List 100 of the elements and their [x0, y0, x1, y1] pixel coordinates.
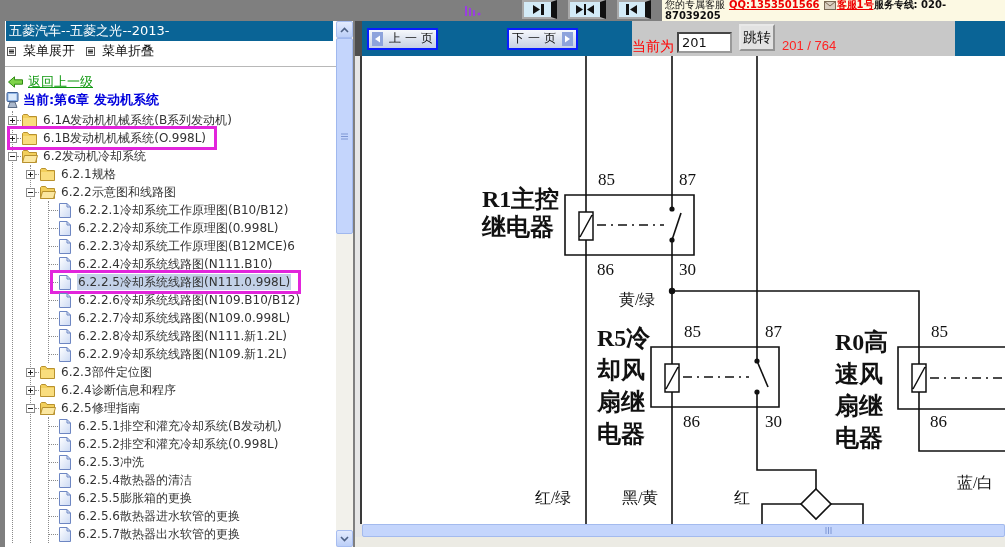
page-icon	[59, 328, 71, 344]
menu-link[interactable]: 菜单展开	[7, 42, 75, 60]
next-page-button[interactable]: 下 一 页	[507, 27, 578, 50]
envelope-icon	[823, 0, 836, 10]
wire-line	[761, 503, 802, 524]
folder-icon	[22, 113, 38, 127]
folder-icon	[40, 365, 56, 379]
tree-item[interactable]: 6.2发动机冷却系统	[42, 148, 148, 164]
computer-icon	[6, 92, 19, 108]
tree-item[interactable]: 6.2.5.5膨胀箱的更换	[77, 490, 193, 506]
tree-item[interactable]: 6.2.2.3冷却系统工作原理图(B12MCE)6	[77, 238, 296, 254]
page-icon	[59, 508, 71, 524]
folder-icon	[40, 167, 56, 181]
page-icon	[59, 202, 71, 218]
tree-item[interactable]: 6.2.4诊断信息和程序	[60, 382, 177, 398]
pin-number: 87	[765, 323, 782, 340]
layout-button[interactable]	[617, 0, 651, 19]
chapter-heading: 当前:第6章 发动机系统	[23, 91, 159, 109]
tree-item[interactable]: 6.2.2.6冷却系统线路图(N109.B10/B12)	[77, 292, 302, 308]
wire-color-label: 黄/绿	[619, 292, 656, 308]
plus-box-icon[interactable]	[8, 115, 17, 125]
wire-color-label: 红/绿	[535, 490, 572, 506]
pin-number: 86	[683, 413, 700, 430]
tree-item[interactable]: 6.1B发动机机械系统(O.998L)	[42, 130, 208, 146]
scrollbar-thumb[interactable]	[362, 524, 1005, 537]
tree-item[interactable]: 6.2.5修理指南	[60, 400, 141, 416]
minus-box-icon[interactable]	[8, 151, 17, 161]
tree-item[interactable]: 6.2.5.4散热器的清洁	[77, 472, 193, 488]
page-input[interactable]: 201	[677, 32, 732, 53]
plus-box-icon[interactable]	[26, 169, 35, 179]
tree-item[interactable]: 6.2.5.6散热器进水软管的更换	[77, 508, 241, 524]
minus-box-icon[interactable]	[26, 187, 35, 197]
go-button[interactable]: 跳转	[739, 24, 775, 51]
pin-number: 30	[679, 261, 696, 278]
chevron-up-icon	[340, 26, 349, 33]
menu-link[interactable]: 菜单折叠	[86, 42, 154, 60]
relay-label: R5冷却风扇继电器	[597, 324, 652, 449]
diamond-connector-icon	[799, 487, 833, 521]
pin-number: 86	[930, 413, 947, 430]
page-icon	[59, 238, 71, 254]
tree-item[interactable]: 6.2.5.3冲洗	[77, 454, 145, 470]
hotline-text: 服务专线: 020-	[873, 0, 947, 11]
agent-link[interactable]: 客服1号	[836, 0, 874, 11]
back-link[interactable]: 返回上一级	[8, 73, 93, 91]
pin-number: 85	[931, 323, 948, 340]
layout-button[interactable]	[522, 0, 557, 19]
service-text: 您的专属客服	[665, 0, 725, 11]
sidebar-title: 五菱汽车--五菱之光--2013-	[6, 21, 333, 41]
arrow-right-icon	[562, 31, 573, 46]
junction-dot-icon	[668, 287, 676, 295]
page-icon	[59, 256, 71, 272]
minus-box-icon[interactable]	[26, 403, 35, 413]
tree-item[interactable]: 6.2.3部件定位图	[60, 364, 153, 380]
tree-item[interactable]: 6.2.2.7冷却系统线路图(N109.0.998L)	[77, 310, 292, 326]
wire-color-label: 黑/黄	[622, 490, 659, 506]
tree-item[interactable]: 6.2.1规格	[60, 166, 117, 182]
current-page-label: 当前为	[632, 37, 674, 55]
page-count: 201 / 764	[782, 38, 837, 53]
page-icon	[59, 418, 71, 434]
relay-label: R0高速风扇继电器	[835, 328, 890, 453]
tree-item[interactable]: 6.1A发动机机械系统(B系列发动机)	[42, 112, 233, 128]
list-icon	[86, 46, 95, 56]
wire-color-label: 蓝/白	[957, 475, 994, 491]
pin-number: 85	[598, 171, 615, 188]
scroll-down-button[interactable]	[336, 530, 353, 547]
open-folder-icon	[40, 401, 56, 415]
page-icon	[59, 292, 71, 308]
tree-item[interactable]: 6.2.2.4冷却系统线路图(N111.B10)	[77, 256, 274, 272]
bar-arrow-left-icon	[625, 4, 639, 15]
page-icon	[59, 346, 71, 362]
page-icon	[59, 454, 71, 470]
plus-box-icon[interactable]	[8, 133, 17, 143]
arrows-inward-icon	[575, 4, 595, 15]
scroll-up-button[interactable]	[336, 21, 353, 38]
tree-item[interactable]: 6.2.2.9冷却系统线路图(N109.新1.2L)	[77, 346, 288, 362]
plus-box-icon[interactable]	[26, 385, 35, 395]
plus-box-icon[interactable]	[26, 367, 35, 377]
tree-item[interactable]: 6.2.5.1排空和灌充冷却系统(B发动机)	[77, 418, 283, 434]
tree-item[interactable]: 6.2.2示意图和线路图	[60, 184, 177, 200]
pin-number: 85	[684, 323, 701, 340]
relay-label: R1主控继电器	[482, 185, 561, 241]
scrollbar-thumb[interactable]	[336, 38, 353, 234]
tree-item[interactable]: 6.2.2.5冷却系统线路图(N111.0.998L)	[77, 274, 292, 290]
tree-item[interactable]: 6.2.5.2排空和灌充冷却系统(0.998L)	[77, 436, 280, 452]
tree-item[interactable]: 6.2.2.8冷却系统线路图(N111.新1.2L)	[77, 328, 288, 344]
page-icon	[59, 310, 71, 326]
pin-number: 87	[679, 171, 696, 188]
tree-item[interactable]: 6.2.2.1冷却系统工作原理图(B10/B12)	[77, 202, 290, 218]
tree-item[interactable]: 6.2.2.2冷却系统工作原理图(0.998L)	[77, 220, 280, 236]
arrow-left-icon	[8, 76, 23, 88]
tree-item[interactable]: 6.2.5.7散热器出水软管的更换	[77, 526, 241, 542]
page-icon	[59, 472, 71, 488]
open-folder-icon	[22, 149, 38, 163]
arrow-left-icon	[372, 31, 383, 46]
pin-number: 30	[765, 413, 782, 430]
folder-icon	[22, 131, 38, 145]
grip-icon	[825, 527, 832, 534]
layout-button[interactable]	[568, 0, 606, 19]
prev-page-button[interactable]: 上 一 页	[367, 27, 438, 50]
qq-link[interactable]: QQ:1353501566	[729, 0, 820, 11]
